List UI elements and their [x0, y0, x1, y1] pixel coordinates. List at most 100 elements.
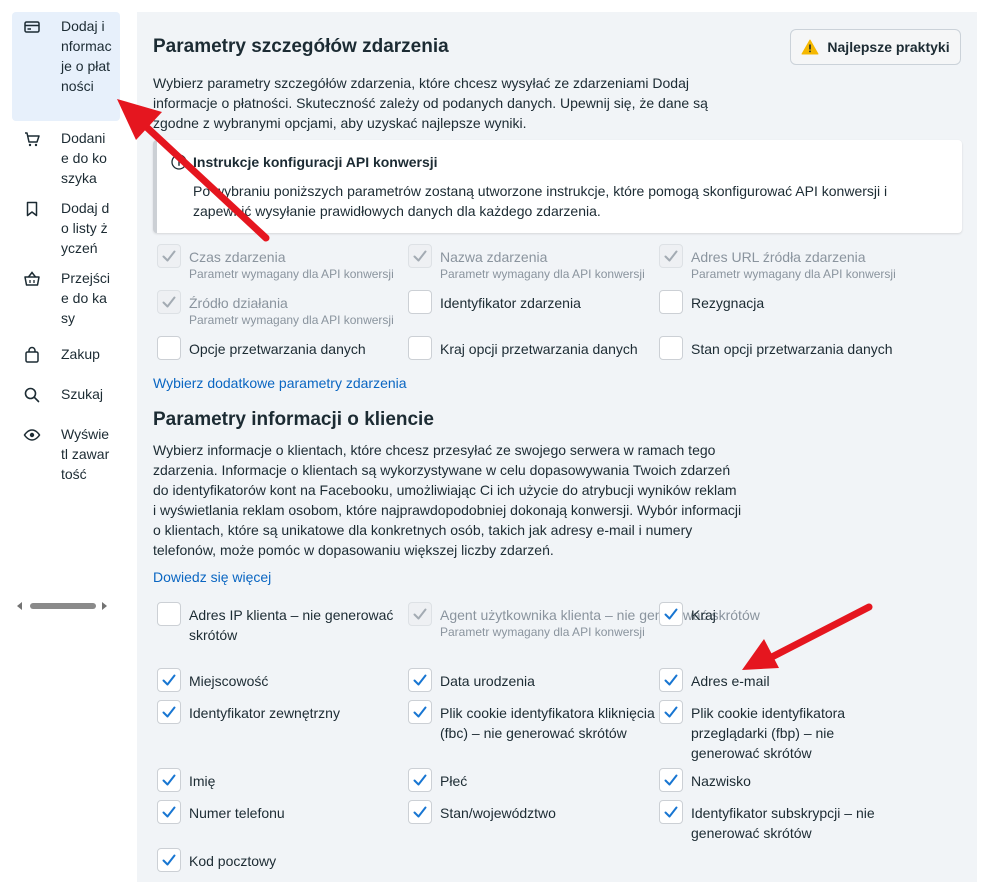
checkbox-sublabel: Parametr wymagany dla API konwersji [691, 267, 896, 281]
checkmark-icon [413, 674, 427, 686]
checkbox-option[interactable]: Identyfikator zdarzenia [408, 290, 680, 314]
sidebar-scrollbar[interactable] [17, 600, 113, 612]
best-practices-button[interactable]: Najlepsze praktyki [790, 29, 961, 65]
checkbox-label: Identyfikator zdarzenia [440, 295, 581, 311]
sidebar-item-view-content[interactable]: Wyświetl zawartość [12, 416, 120, 500]
scroll-right-arrow-icon[interactable] [102, 602, 107, 610]
checkmark-icon [664, 774, 678, 786]
checkbox[interactable] [659, 700, 683, 724]
sidebar-item-initiate-checkout[interactable]: Przejście do kasy [12, 264, 120, 336]
checkbox-option[interactable]: Stan/województwo [408, 800, 655, 824]
checkbox[interactable] [157, 602, 181, 626]
sidebar-item-add-to-wishlist[interactable]: Dodaj do listy życzeń [12, 194, 120, 264]
checkbox-label: Adres URL źródła zdarzenia [691, 249, 866, 265]
eye-icon [20, 426, 44, 450]
scroll-left-arrow-icon[interactable] [17, 602, 22, 610]
checkbox [408, 602, 432, 626]
sidebar-item-label: Szukaj [61, 386, 104, 402]
checkbox-label: Stan/województwo [440, 805, 556, 821]
sidebar-item-search[interactable]: Szukaj [12, 376, 120, 416]
checkbox [659, 244, 683, 268]
checkbox[interactable] [659, 602, 683, 626]
checkbox-label: Opcje przetwarzania danych [189, 341, 366, 357]
checkbox-option[interactable]: Adres IP klienta – nie generować skrótów [157, 602, 404, 645]
checkbox-option[interactable]: Data urodzenia [408, 668, 655, 692]
checkbox-option[interactable]: Plik cookie identyfikatora przeglądarki … [659, 700, 891, 763]
checkbox-label: Miejscowość [189, 673, 269, 689]
checkbox-option[interactable]: Imię [157, 768, 404, 792]
checkbox-label: Imię [189, 773, 216, 789]
checkbox-option[interactable]: Plik cookie identyfikatora kliknięcia (f… [408, 700, 655, 743]
checkbox[interactable] [659, 336, 683, 360]
checkmark-icon [162, 706, 176, 718]
checkbox-label: Nazwisko [691, 773, 751, 789]
checkbox-option: Nazwa zdarzenia Parametr wymagany dla API… [408, 244, 645, 281]
checkbox-option[interactable]: Rezygnacja [659, 290, 931, 314]
checkbox-option[interactable]: Płeć [408, 768, 655, 792]
checkbox[interactable] [408, 668, 432, 692]
checkbox[interactable] [408, 290, 432, 314]
checkbox-option[interactable]: Nazwisko [659, 768, 891, 792]
checkbox-option[interactable]: Stan opcji przetwarzania danych [659, 336, 931, 360]
cart-icon [20, 130, 44, 154]
checkbox[interactable] [157, 700, 181, 724]
checkmark-icon [413, 806, 427, 818]
checkbox[interactable] [659, 800, 683, 824]
customer-params-title: Parametry informacji o kliencie [153, 409, 434, 430]
checkmark-icon [664, 674, 678, 686]
checkbox-option[interactable]: Kod pocztowy [157, 848, 404, 872]
checkbox-sublabel: Parametr wymagany dla API konwersji [189, 313, 394, 327]
scroll-thumb[interactable] [30, 603, 96, 609]
checkbox[interactable] [157, 336, 181, 360]
checkbox[interactable] [659, 668, 683, 692]
checkbox[interactable] [157, 800, 181, 824]
event-params-description: Wybierz parametry szczegółów zdarzenia, … [153, 75, 708, 131]
checkbox-label: Nazwa zdarzenia [440, 249, 548, 265]
learn-more-link[interactable]: Dowiedz się więcej [153, 569, 271, 585]
sidebar-item-label: Dodaj do listy życzeń [61, 200, 110, 256]
checkmark-icon [664, 706, 678, 718]
sidebar-item-label: Zakup [61, 346, 100, 362]
checkbox[interactable] [157, 768, 181, 792]
checkbox-option[interactable]: Identyfikator zewnętrzny [157, 700, 404, 724]
checkmark-icon [162, 854, 176, 866]
checkbox-option[interactable]: Opcje przetwarzania danych [157, 336, 429, 360]
info-title: Instrukcje konfiguracji API konwersji [193, 154, 438, 170]
sidebar-item-label: Dodaj informacje o płatności [61, 18, 112, 94]
checkbox-label: Adres e-mail [691, 673, 770, 689]
checkbox[interactable] [408, 700, 432, 724]
checkbox[interactable] [408, 800, 432, 824]
checkmark-icon [413, 774, 427, 786]
checkbox-option[interactable]: Miejscowość [157, 668, 404, 692]
sidebar-item-label: Przejście do kasy [61, 270, 111, 326]
checkbox-option[interactable]: Kraj opcji przetwarzania danych [408, 336, 680, 360]
checkbox-label: Adres IP klienta – nie generować skrótów [189, 607, 394, 643]
checkbox-label: Identyfikator zewnętrzny [189, 705, 340, 721]
checkmark-icon [664, 608, 678, 620]
sidebar-item-add-payment-info[interactable]: Dodaj informacje o płatności [12, 12, 120, 121]
sidebar-item-add-to-cart[interactable]: Dodanie do koszyka [12, 124, 120, 194]
checkbox-label: Czas zdarzenia [189, 249, 286, 265]
checkmark-icon [413, 608, 427, 620]
checkbox-option[interactable]: Identyfikator subskrypcji – nie generowa… [659, 800, 891, 843]
checkbox-label: Identyfikator subskrypcji – nie generowa… [691, 805, 875, 841]
more-event-params-link[interactable]: Wybierz dodatkowe parametry zdarzenia [153, 375, 407, 391]
checkbox[interactable] [408, 768, 432, 792]
checkbox[interactable] [157, 848, 181, 872]
checkbox-label: Numer telefonu [189, 805, 285, 821]
checkbox[interactable] [659, 768, 683, 792]
checkbox-option: Czas zdarzenia Parametr wymagany dla API … [157, 244, 394, 281]
checkbox-option[interactable]: Kraj [659, 602, 891, 626]
checkbox[interactable] [408, 336, 432, 360]
checkbox-option[interactable]: Numer telefonu [157, 800, 404, 824]
shopping-bag-icon [20, 346, 44, 370]
sidebar-item-purchase[interactable]: Zakup [12, 336, 120, 376]
checkbox-label: Płeć [440, 773, 468, 789]
credit-card-icon [20, 18, 44, 42]
checkbox[interactable] [659, 290, 683, 314]
checkbox-option[interactable]: Adres e-mail [659, 668, 891, 692]
checkbox[interactable] [157, 668, 181, 692]
checkbox [157, 244, 181, 268]
checkmark-icon [162, 806, 176, 818]
info-icon [171, 154, 187, 170]
